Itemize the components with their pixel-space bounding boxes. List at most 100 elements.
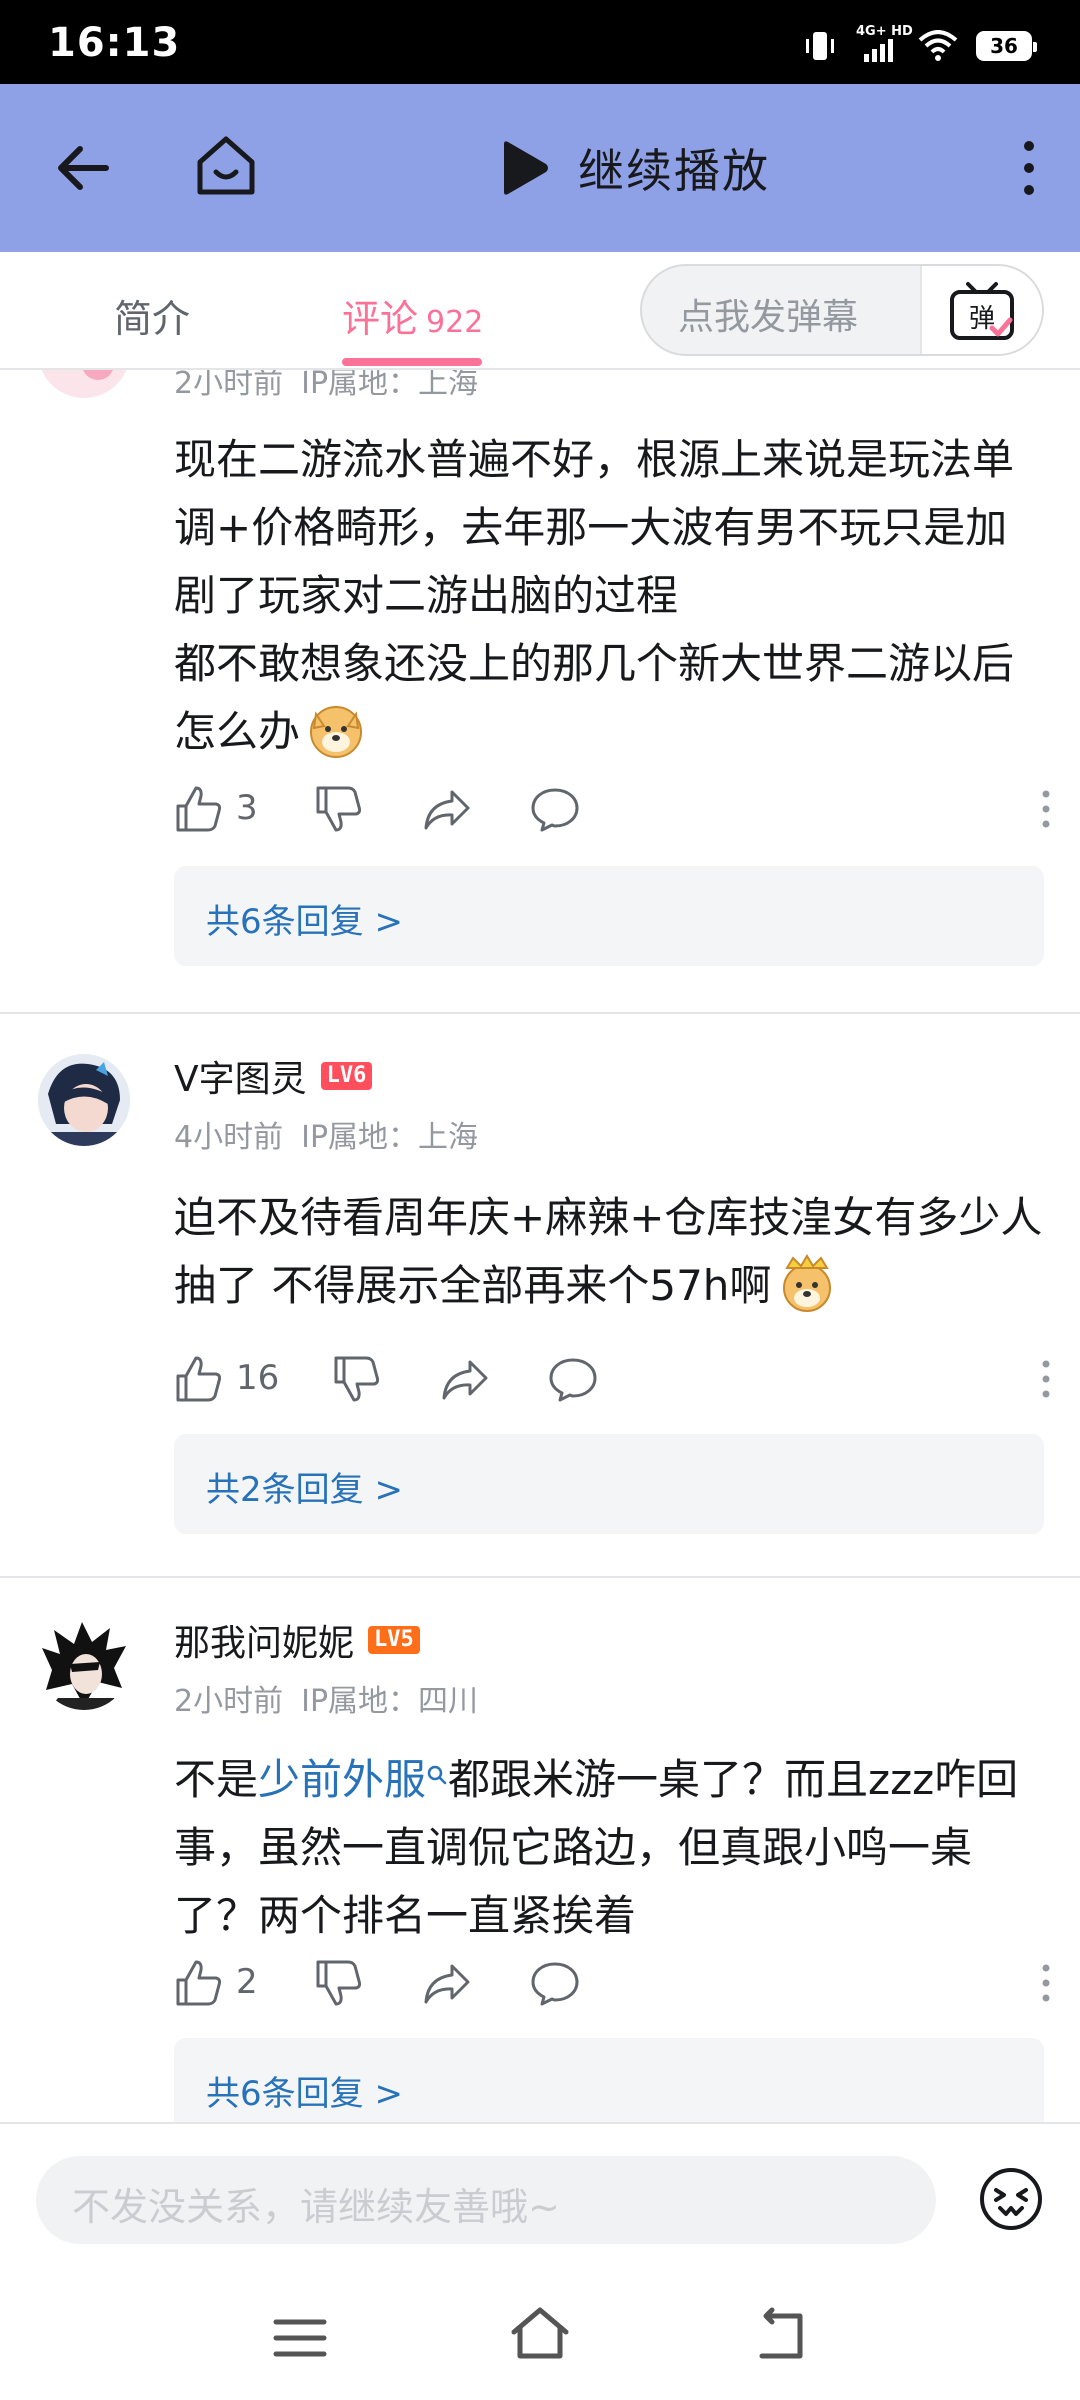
- like-button[interactable]: [174, 1958, 224, 2008]
- more-vertical-icon: [1024, 141, 1034, 195]
- comment-text[interactable]: 现在二游流水普遍不好，根源上来说是玩法单调+价格畸形，去年那一大波有男不玩只是加…: [174, 426, 1044, 766]
- search-icon: [427, 1765, 447, 1785]
- comment-text[interactable]: 不是少前外服 都跟米游一桌了？而且zzz咋回事，虽然一直调侃它路边，但真跟小鸣一桌…: [174, 1746, 1044, 1950]
- share-button[interactable]: [440, 1354, 490, 1404]
- comment-time: 2小时前: [174, 1684, 284, 1719]
- comment-more-button[interactable]: [1038, 1958, 1054, 2008]
- more-vertical-icon: [1042, 1964, 1050, 2002]
- chat-bubble-icon: [531, 788, 579, 832]
- home-icon: [197, 136, 255, 195]
- tab-comments[interactable]: 评论 922: [342, 288, 483, 343]
- play-icon: [504, 141, 548, 195]
- replies-label: 共2条回复 >: [206, 1470, 403, 1510]
- comment-author: V字图灵 LV6: [174, 1050, 373, 1102]
- reply-button[interactable]: [548, 1354, 598, 1404]
- more-vertical-icon: [1042, 790, 1050, 828]
- thumbs-up-icon: [176, 1960, 222, 2006]
- comment-meta: 2小时前 IP属地：上海: [174, 370, 478, 402]
- comment-author: 那我问妮妮 LV5: [174, 1614, 420, 1666]
- share-button[interactable]: [422, 784, 472, 834]
- back-button[interactable]: [50, 134, 118, 202]
- dislike-button[interactable]: [314, 784, 364, 834]
- comments-count: 922: [426, 305, 484, 340]
- replies-label: 共6条回复 >: [206, 2074, 403, 2114]
- replies-button[interactable]: 共2条回复 >: [174, 1434, 1044, 1534]
- replies-button[interactable]: 共6条回复 >: [174, 866, 1044, 966]
- comment-meta: 4小时前 IP属地：上海: [174, 1112, 478, 1156]
- thumbs-down-icon: [334, 1356, 380, 1402]
- share-icon: [442, 1360, 488, 1400]
- comment-more-button[interactable]: [1038, 784, 1054, 834]
- author-name[interactable]: 那我问妮妮: [174, 1614, 354, 1666]
- like-count: 16: [236, 1358, 280, 1398]
- share-icon: [424, 790, 470, 830]
- emoji-face-icon: [980, 2168, 1042, 2230]
- avatar[interactable]: ✕: [38, 370, 130, 398]
- comment-meta: 2小时前 IP属地：四川: [174, 1676, 478, 1720]
- replies-button[interactable]: 共6条回复 >: [174, 2038, 1044, 2122]
- emoji-button[interactable]: [978, 2166, 1044, 2232]
- like-button[interactable]: [174, 784, 224, 834]
- dislike-button[interactable]: [314, 1958, 364, 2008]
- continue-play-button[interactable]: 继续播放: [496, 136, 770, 200]
- comment-text[interactable]: 迫不及待看周年庆+麻辣+仓库技湟女有多少人抽了 不得展示全部再来个57h啊: [174, 1184, 1044, 1320]
- comment-actions: 16: [174, 1348, 1054, 1408]
- level-badge: LV6: [320, 1062, 373, 1090]
- replies-label: 共6条回复 >: [206, 902, 403, 942]
- like-count: 2: [236, 1962, 258, 2002]
- status-icons: 4G+ HD 36: [802, 24, 1037, 66]
- like-button[interactable]: [174, 1354, 224, 1404]
- reply-button[interactable]: [530, 784, 580, 834]
- chat-bubble-icon: [531, 1962, 579, 2006]
- comment-input-placeholder: 不发没关系，请继续友善哦~: [72, 2185, 560, 2229]
- comment-ip: IP属地：四川: [301, 1684, 479, 1719]
- comment-body: 现在二游流水普遍不好，根源上来说是玩法单调+价格畸形，去年那一大波有男不玩只是加…: [174, 435, 1015, 756]
- comment-time: 4小时前: [174, 1120, 284, 1155]
- reply-button[interactable]: [530, 1958, 580, 2008]
- doge-crown-emoji: [777, 1254, 837, 1314]
- battery-icon: 36: [976, 31, 1037, 61]
- danmaku-toggle-button[interactable]: 弹: [920, 266, 1042, 354]
- comment-time: 2小时前: [174, 370, 284, 401]
- home-button[interactable]: [190, 130, 262, 202]
- comment-body: 迫不及待看周年庆+麻辣+仓库技湟女有多少人抽了 不得展示全部再来个57h啊: [174, 1193, 1043, 1310]
- thumbs-up-icon: [176, 786, 222, 832]
- vibrate-icon: [802, 30, 838, 62]
- more-vertical-icon: [1042, 1360, 1050, 1398]
- recent-apps-button[interactable]: [270, 2310, 330, 2366]
- back-arrow-icon: [58, 146, 109, 190]
- tab-intro[interactable]: 简介: [114, 288, 190, 343]
- comment-more-button[interactable]: [1038, 1354, 1054, 1404]
- comment-item: 那我问妮妮 LV5 2小时前 IP属地：四川 不是少前外服 都跟米游一桌了？而且zz…: [0, 1578, 1080, 2122]
- level-badge: LV5: [368, 1626, 420, 1654]
- danmaku-input[interactable]: 点我发弹幕 弹: [640, 264, 1044, 356]
- comment-item: ✕ 2小时前 IP属地：上海 现在二游流水普遍不好，根源上来说是玩法单调+价格畸形…: [0, 370, 1080, 1012]
- doge-emoji: [306, 700, 366, 760]
- avatar[interactable]: [38, 1054, 130, 1146]
- search-link-label: 少前外服: [258, 1755, 427, 1804]
- avatar[interactable]: [38, 1618, 130, 1710]
- comment-list[interactable]: ✕ 2小时前 IP属地：上海 现在二游流水普遍不好，根源上来说是玩法单调+价格畸形…: [0, 370, 1080, 2122]
- home-outline-icon: [511, 2307, 569, 2359]
- video-header: 继续播放: [0, 84, 1080, 252]
- thumbs-down-icon: [316, 1960, 362, 2006]
- more-menu-button[interactable]: [1014, 136, 1044, 200]
- tab-comments-label: 评论: [342, 297, 419, 341]
- comment-item: V字图灵 LV6 4小时前 IP属地：上海 迫不及待看周年庆+麻辣+仓库技湟女有多…: [0, 1014, 1080, 1578]
- comment-input-bar: 不发没关系，请继续友善哦~: [0, 2122, 1080, 2274]
- signal-icon: 4G+ HD: [856, 24, 913, 64]
- danmaku-tv-icon: 弹: [950, 282, 1014, 340]
- thumbs-up-icon: [176, 1356, 222, 1402]
- author-name[interactable]: V字图灵: [174, 1050, 307, 1102]
- dislike-button[interactable]: [332, 1354, 382, 1404]
- system-home-button[interactable]: [508, 2302, 572, 2366]
- continue-play-label: 继续播放: [578, 144, 770, 198]
- system-back-button[interactable]: [752, 2306, 808, 2366]
- comment-input[interactable]: 不发没关系，请继续友善哦~: [36, 2156, 936, 2244]
- chat-bubble-icon: [549, 1358, 597, 1402]
- search-link[interactable]: 少前外服: [258, 1755, 448, 1804]
- menu-icon: [273, 2319, 327, 2357]
- comment-ip: IP属地：上海: [301, 370, 479, 401]
- share-button[interactable]: [422, 1958, 472, 2008]
- status-bar: 16:13 4G+ HD 36: [0, 0, 1080, 84]
